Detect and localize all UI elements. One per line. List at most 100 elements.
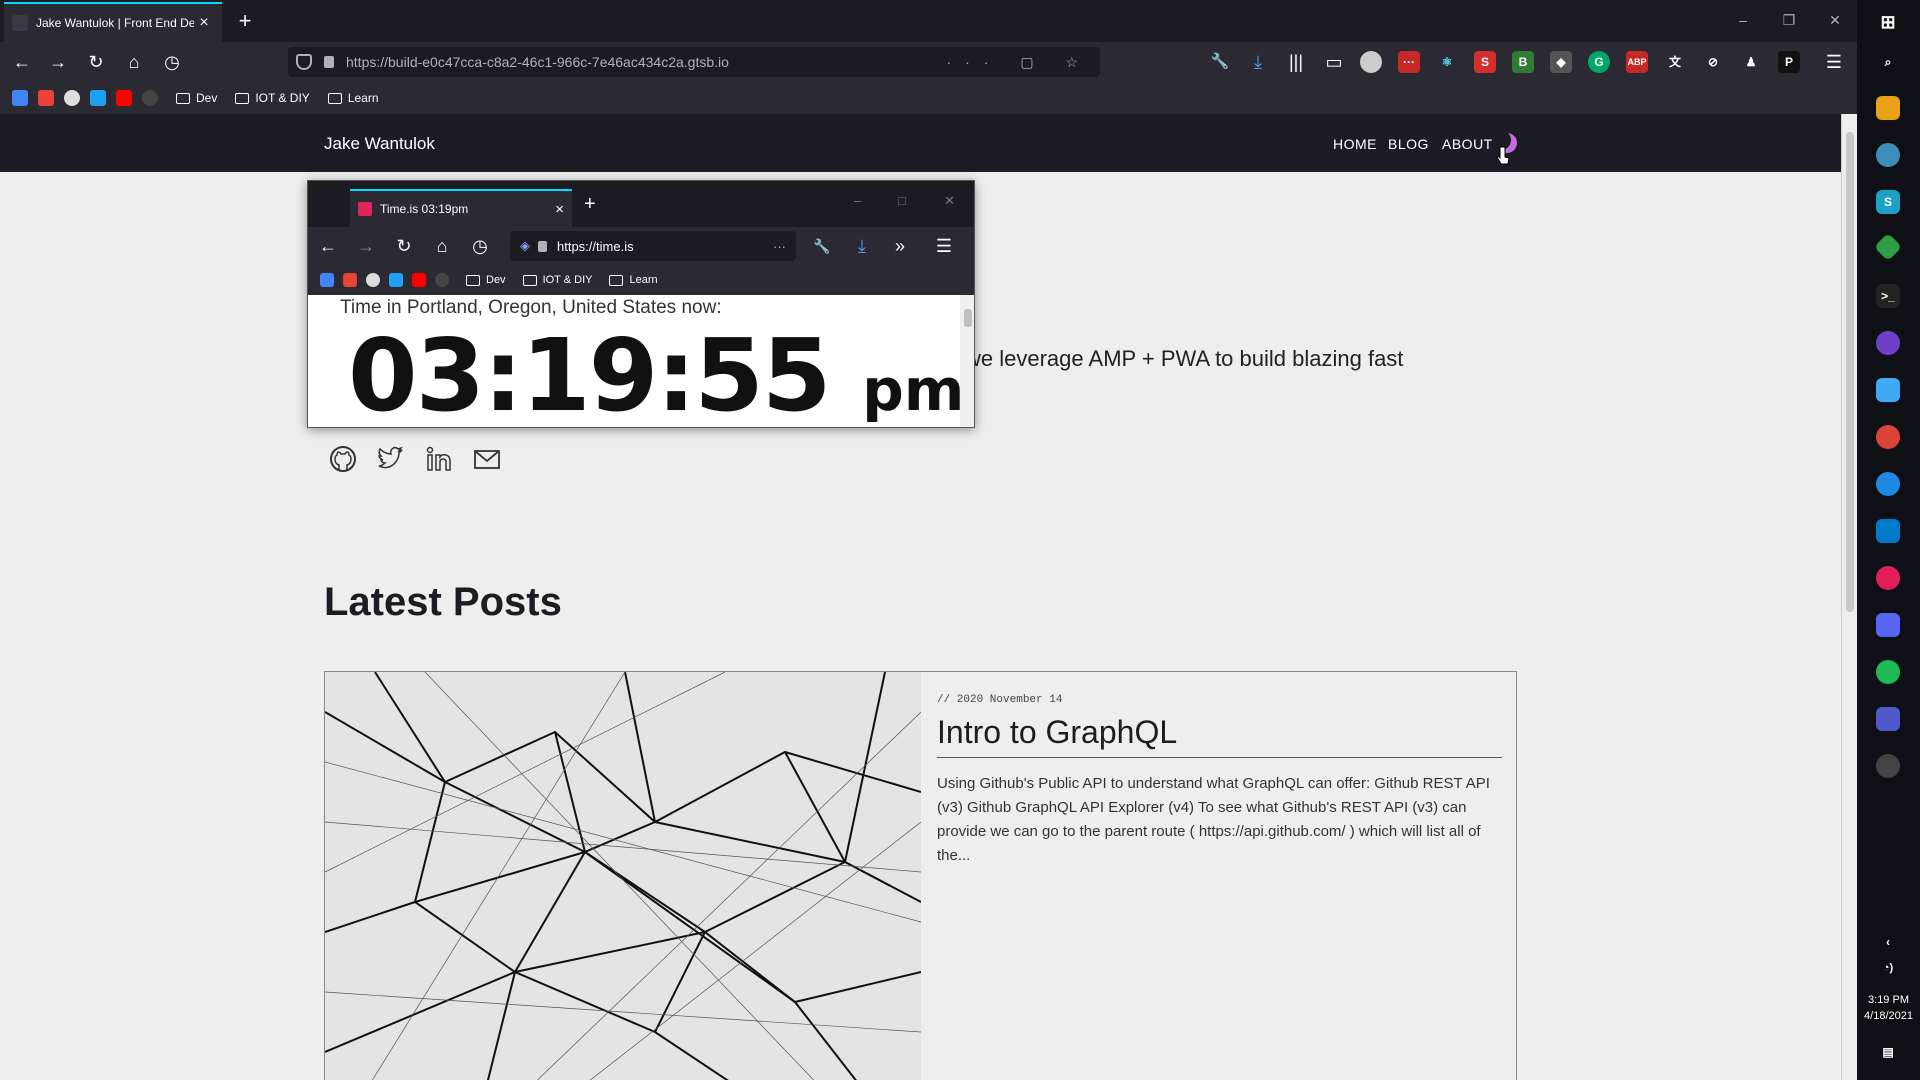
home-button[interactable]: ⌂ [428, 232, 456, 260]
popup-url-bar[interactable]: ◈ https://time.is ··· [510, 231, 796, 261]
page-scrollbar-thumb[interactable] [1846, 132, 1854, 612]
popup-scrollbar-thumb[interactable] [964, 309, 972, 327]
teams-icon[interactable] [1876, 707, 1900, 731]
post-image[interactable] [325, 672, 921, 1080]
wrench-icon[interactable]: 🔧 [1206, 48, 1234, 76]
browser-tab-active[interactable]: Jake Wantulok | Front End Dev... × [4, 2, 222, 42]
url-bar[interactable]: https://build-e0c47cca-c8a2-46c1-966c-7e… [288, 47, 1100, 77]
bookmark-icon[interactable] [435, 273, 449, 287]
linkedin-icon[interactable] [424, 444, 454, 474]
github-desktop-icon[interactable] [1876, 331, 1900, 355]
maximize-button[interactable]: □ [898, 193, 906, 208]
history-icon[interactable]: ◷ [466, 232, 494, 260]
minimize-button[interactable]: – [1720, 0, 1766, 42]
minimize-button[interactable]: – [854, 193, 861, 208]
firefox-icon[interactable] [1876, 472, 1900, 496]
download-icon[interactable]: ⤓ [848, 232, 876, 260]
close-window-button[interactable]: ✕ [1812, 0, 1858, 42]
extension-translate-icon[interactable]: 文 [1664, 51, 1686, 73]
popup-url-text[interactable]: https://time.is [557, 239, 773, 254]
extension-block-icon[interactable]: ⊘ [1702, 51, 1724, 73]
back-button[interactable]: ← [8, 48, 36, 76]
bookmark-folder-learn[interactable]: Learn [609, 274, 658, 286]
reload-button[interactable]: ↻ [82, 48, 110, 76]
lock-icon[interactable] [324, 56, 334, 68]
calendar-bookmark-icon[interactable] [12, 90, 28, 106]
extension-person-icon[interactable]: ♟ [1740, 51, 1762, 73]
page-scrollbar[interactable] [1841, 114, 1857, 1080]
reload-button[interactable]: ↻ [390, 232, 418, 260]
search-icon[interactable]: ⌕ [1876, 50, 1900, 74]
git-app-icon[interactable] [1873, 232, 1903, 262]
bookmark-folder-iot[interactable]: IOT & DIY [235, 91, 310, 105]
post-card[interactable]: // 2020 November 14 Intro to GraphQL Usi… [324, 671, 1517, 1080]
time-is-window[interactable]: Time.is 03:19pm × + – □ ✕ ← → ↻ ⌂ ◷ ◈ ht… [307, 180, 975, 428]
slack-icon[interactable] [1876, 566, 1900, 590]
forward-button[interactable]: → [44, 48, 72, 76]
post-title[interactable]: Intro to GraphQL [937, 714, 1502, 758]
bookmark-folder-dev[interactable]: Dev [176, 91, 217, 105]
messaging-app-icon[interactable] [1876, 378, 1900, 402]
tracking-shield-icon[interactable] [296, 54, 312, 70]
extension-lastpass-icon[interactable]: ··· [1398, 51, 1420, 73]
spotify-icon[interactable] [1876, 660, 1900, 684]
twitter-bookmark-icon[interactable] [90, 90, 106, 106]
site-title[interactable]: Jake Wantulok [324, 134, 435, 154]
extension-green-icon[interactable]: B [1512, 51, 1534, 73]
url-actions[interactable]: ··· ▢ ☆ [946, 54, 1092, 71]
sidebar-icon[interactable]: ▭ [1320, 48, 1348, 76]
network-volume-icon[interactable]: ◔) [1876, 956, 1900, 980]
vscode-icon[interactable] [1876, 519, 1900, 543]
s-app-icon[interactable]: S [1876, 190, 1900, 214]
globe-app-icon[interactable] [1876, 143, 1900, 167]
new-tab-button[interactable]: + [584, 193, 596, 216]
windows-start-icon[interactable]: ⊞ [1876, 10, 1900, 34]
new-tab-button[interactable]: + [232, 8, 258, 34]
extension-s-icon[interactable]: S [1474, 51, 1496, 73]
history-icon[interactable]: ◷ [158, 48, 186, 76]
bookmark-icon[interactable] [142, 90, 158, 106]
chrome-icon[interactable] [1876, 425, 1900, 449]
calendar-bookmark-icon[interactable] [320, 273, 334, 287]
popup-scrollbar[interactable] [960, 295, 974, 427]
close-tab-icon[interactable]: × [555, 201, 564, 218]
github-bookmark-icon[interactable] [64, 90, 80, 106]
lock-icon[interactable] [538, 240, 547, 252]
menu-icon[interactable]: ☰ [1820, 48, 1848, 76]
gmail-bookmark-icon[interactable] [343, 273, 357, 287]
mail-icon[interactable] [472, 444, 502, 474]
popup-tab-active[interactable]: Time.is 03:19pm × [350, 189, 572, 227]
taskbar-clock[interactable]: 3:19 PM 4/18/2021 [1857, 992, 1920, 1024]
extension-p-icon[interactable]: P [1778, 51, 1800, 73]
github-bookmark-icon[interactable] [366, 273, 380, 287]
discord-icon[interactable] [1876, 613, 1900, 637]
notifications-icon[interactable]: ▤ [1876, 1040, 1900, 1064]
menu-icon[interactable]: ☰ [930, 232, 958, 260]
terminal-icon[interactable]: >_ [1876, 284, 1900, 308]
youtube-bookmark-icon[interactable] [116, 90, 132, 106]
extension-react-icon[interactable]: ⚛ [1436, 51, 1458, 73]
url-text[interactable]: https://build-e0c47cca-c8a2-46c1-966c-7e… [346, 54, 946, 70]
file-explorer-icon[interactable] [1876, 96, 1900, 120]
extension-shield-icon[interactable]: ◆ [1550, 51, 1572, 73]
tracking-shield-icon[interactable]: ◈ [520, 238, 530, 254]
twitter-icon[interactable] [376, 444, 406, 474]
youtube-bookmark-icon[interactable] [412, 273, 426, 287]
nav-about[interactable]: ABOUT [1442, 136, 1493, 152]
bookmark-folder-iot[interactable]: IOT & DIY [522, 274, 592, 286]
wrench-icon[interactable]: 🔧 [808, 232, 836, 260]
restore-button[interactable]: ❐ [1766, 0, 1812, 42]
chevron-left-icon[interactable]: ‹ [1876, 930, 1900, 954]
bookmark-folder-learn[interactable]: Learn [327, 91, 379, 105]
extension-grammarly-icon[interactable]: G [1588, 51, 1610, 73]
nav-home[interactable]: HOME [1333, 136, 1377, 152]
close-tab-icon[interactable]: × [194, 14, 214, 32]
gmail-bookmark-icon[interactable] [38, 90, 54, 106]
obs-icon[interactable] [1876, 754, 1900, 778]
overflow-icon[interactable]: » [886, 232, 914, 260]
back-button[interactable]: ← [314, 232, 342, 260]
download-icon[interactable]: ⤓ [1244, 48, 1272, 76]
nav-blog[interactable]: BLOG [1388, 136, 1429, 152]
extension-adblock-icon[interactable]: ABP [1626, 51, 1648, 73]
bookmark-folder-dev[interactable]: Dev [466, 274, 506, 286]
